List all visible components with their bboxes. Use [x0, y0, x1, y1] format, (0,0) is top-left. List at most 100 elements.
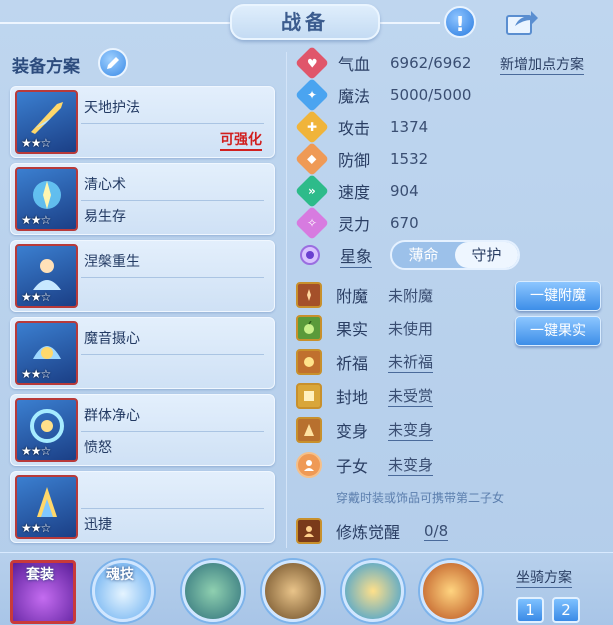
share-button[interactable]	[502, 4, 542, 40]
header-divider-left	[0, 22, 230, 24]
stat-label: 灵力	[338, 215, 371, 234]
skill-image	[182, 560, 244, 622]
second-child-hint: 穿戴时装或饰品可携带第二子女	[336, 491, 505, 505]
plan-card-4[interactable]: ★★☆ 魔音摄心	[10, 317, 275, 389]
fruit-icon	[296, 315, 322, 341]
plan-card-6[interactable]: ★★☆ 迅捷	[10, 471, 275, 543]
plan-card-2[interactable]: ★★☆ 清心术 易生存	[10, 163, 275, 235]
fief-icon	[296, 383, 322, 409]
enh-label: 祈福	[336, 354, 369, 373]
stat-row-speed: » 速度 904	[295, 174, 419, 208]
column-divider	[286, 52, 287, 548]
enh-row-child: 子女 未变身	[296, 451, 434, 479]
child-icon	[296, 452, 322, 478]
plan-name: 魔音摄心	[84, 331, 140, 347]
skill-image	[420, 560, 482, 622]
stat-row-defense: ◆ 防御 1532	[295, 142, 428, 176]
stat-value: 6962/6962	[390, 54, 472, 72]
plan-divider	[81, 200, 264, 201]
plan-skill-icon: ★★☆	[15, 475, 78, 539]
plan-subtitle: 愤怒	[84, 440, 112, 456]
upgradable-badge[interactable]: 可强化	[220, 129, 262, 151]
plan-skill-icon: ★★☆	[15, 398, 78, 462]
enh-row-enchant: 附魔 未附魔	[296, 281, 433, 309]
skill-slot-1[interactable]	[182, 560, 246, 624]
enh-value[interactable]: 未祈福	[388, 351, 434, 373]
add-stat-plan-link[interactable]: 新增加点方案	[500, 54, 584, 75]
share-icon	[506, 11, 538, 35]
enh-value: 未使用	[388, 319, 434, 338]
enh-row-bless: 祈福 未祈福	[296, 348, 434, 376]
plan-card-1[interactable]: ★★☆ 天地护法 可强化	[10, 86, 275, 158]
plan-stars: ★★☆	[21, 521, 51, 535]
mount-plan-2-button[interactable]: 2	[552, 597, 580, 623]
stat-row-mp: ✦ 魔法 5000/5000	[295, 78, 471, 112]
sword-icon: ✚	[295, 110, 329, 144]
plan-skill-icon: ★★☆	[15, 321, 78, 385]
exclamation-icon: !	[444, 6, 476, 38]
plan-name: 群体净心	[84, 408, 140, 424]
plan-name: 清心术	[84, 177, 126, 193]
enh-row-fief: 封地 未受赏	[296, 382, 434, 410]
stat-label: 速度	[338, 183, 371, 202]
stat-row-attack: ✚ 攻击 1374	[295, 110, 429, 144]
stat-value: 904	[390, 182, 419, 200]
enh-value[interactable]: 未变身	[388, 454, 434, 476]
stat-label: 攻击	[338, 119, 371, 138]
stat-label: 防御	[338, 151, 371, 170]
plan-divider	[81, 431, 264, 432]
enh-label: 附魔	[336, 287, 369, 306]
cultivation-icon	[296, 518, 322, 544]
enh-value[interactable]: 0/8	[424, 522, 449, 541]
enh-row-fruit: 果实 未使用	[296, 314, 433, 342]
plan-name: 涅槃重生	[84, 254, 140, 270]
skill-image	[342, 560, 404, 622]
stat-label: 气血	[338, 55, 371, 74]
mount-plan-1-button[interactable]: 1	[516, 597, 544, 623]
plan-divider	[81, 508, 264, 509]
plan-card-3[interactable]: ★★☆ 涅槃重生	[10, 240, 275, 312]
plan-stars: ★★☆	[21, 290, 51, 304]
enh-label: 修炼觉醒	[336, 523, 401, 542]
star-sign-icon	[300, 245, 320, 265]
help-button[interactable]: !	[440, 4, 480, 40]
mana-icon: ✦	[295, 78, 329, 112]
star-option-guard[interactable]: 守护	[455, 242, 518, 268]
stat-row-star: 星象	[296, 241, 386, 269]
pencil-icon	[107, 57, 119, 69]
star-sign-toggle[interactable]: 薄命 守护	[390, 240, 520, 270]
star-option-fate[interactable]: 薄命	[392, 242, 455, 268]
star-sign-label[interactable]: 星象	[340, 243, 373, 268]
enh-value[interactable]: 未受赏	[388, 385, 434, 407]
equipment-plan-title: 装备方案	[12, 57, 80, 77]
suit-label: 套装	[26, 567, 54, 583]
edit-plan-button[interactable]	[98, 48, 128, 78]
stat-value: 1374	[390, 118, 429, 136]
shield-icon: ◆	[295, 142, 329, 176]
plan-name: 天地护法	[84, 100, 140, 116]
mount-plan-title: 坐骑方案	[516, 567, 572, 588]
plan-card-5[interactable]: ★★☆ 群体净心 愤怒	[10, 394, 275, 466]
plan-skill-icon: ★★☆	[15, 90, 78, 154]
enh-label: 封地	[336, 388, 369, 407]
plan-stars: ★★☆	[21, 213, 51, 227]
skill-slot-2[interactable]	[262, 560, 326, 624]
header-divider-right	[380, 22, 440, 24]
one-click-enchant-button[interactable]: 一键附魔	[515, 281, 601, 311]
skill-slot-3[interactable]	[342, 560, 406, 624]
speed-icon: »	[295, 174, 329, 208]
enh-row-transform: 变身 未变身	[296, 416, 434, 444]
page-title: 战备	[230, 4, 380, 40]
enh-label: 果实	[336, 320, 369, 339]
enh-row-awaken: 修炼觉醒 0/8	[296, 517, 449, 545]
skill-slot-4[interactable]	[420, 560, 484, 624]
bless-icon	[296, 349, 322, 375]
one-click-fruit-button[interactable]: 一键果实	[515, 316, 601, 346]
stat-row-spirit: ✧ 灵力 670	[295, 206, 419, 240]
plan-stars: ★★☆	[21, 444, 51, 458]
enh-label: 变身	[336, 422, 369, 441]
enh-label: 子女	[336, 457, 369, 476]
spirit-icon: ✧	[295, 206, 329, 240]
plan-skill-icon: ★★☆	[15, 244, 78, 308]
enh-value[interactable]: 未变身	[388, 419, 434, 441]
